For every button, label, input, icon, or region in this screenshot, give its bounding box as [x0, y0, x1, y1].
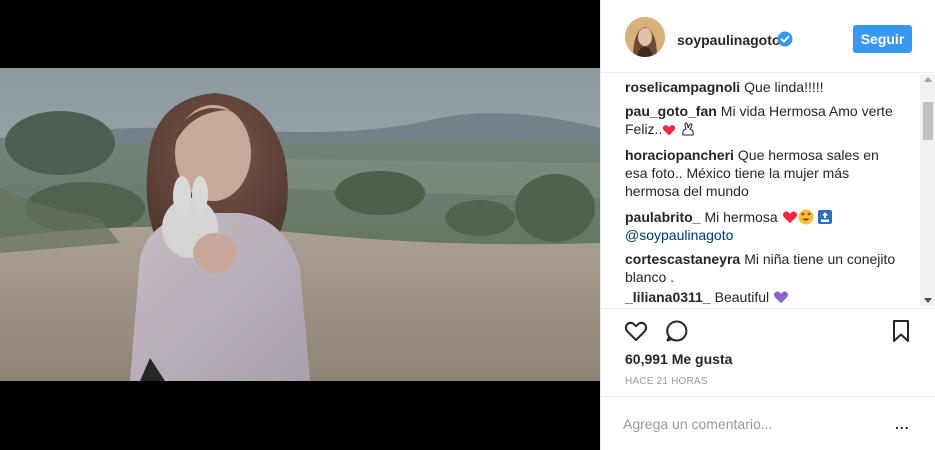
scroll-down-arrow-icon[interactable]: [924, 298, 932, 303]
comments-scrollbar[interactable]: [920, 74, 935, 306]
scroll-thumb[interactable]: [923, 102, 933, 140]
comment-username[interactable]: cortescastaneyra: [625, 251, 740, 267]
save-bookmark-icon[interactable]: [888, 318, 914, 344]
like-heart-icon[interactable]: [623, 318, 649, 344]
rabbit-icon: [682, 122, 694, 136]
add-comment-section: ...: [601, 396, 935, 450]
comment-item: roselicampagnoli Que linda!!!!!: [625, 78, 897, 96]
avatar-image: [625, 17, 665, 57]
post-media[interactable]: [0, 0, 600, 450]
comment-username[interactable]: roselicampagnoli: [625, 79, 740, 95]
follow-button[interactable]: Seguir: [853, 25, 912, 53]
comment-item: horaciopancheri Que hermosa sales en esa …: [625, 146, 897, 200]
comment-username[interactable]: _liliana0311_: [625, 289, 711, 305]
verified-badge-icon: [777, 31, 793, 47]
comment-username[interactable]: pau_goto_fan: [625, 103, 717, 119]
post-image[interactable]: [0, 68, 600, 381]
scroll-up-arrow-icon[interactable]: [924, 77, 932, 82]
comment-username[interactable]: paulabrito_: [625, 209, 700, 225]
post-header: soypaulinagoto Seguir: [601, 0, 935, 73]
avatar[interactable]: [625, 17, 665, 57]
comment-username[interactable]: horaciopancheri: [625, 147, 734, 163]
comment-mention-link[interactable]: @soypaulinagoto: [625, 227, 733, 243]
comment-text: Beautiful: [714, 289, 770, 305]
comment-item: _liliana0311_ Beautiful: [625, 288, 897, 306]
comments-list[interactable]: roselicampagnoli Que linda!!!!! pau_goto_…: [601, 74, 935, 306]
heart-eyes-emoji-icon: [798, 209, 813, 225]
comment-item: paulabrito_ Mi hermosa @soypaulinagoto: [625, 208, 897, 244]
comment-text: Mi hermosa: [704, 209, 778, 225]
more-options-button[interactable]: ...: [895, 417, 910, 431]
red-heart-icon: [663, 125, 676, 136]
red-heart-icon: [782, 211, 797, 224]
comment-input[interactable]: [623, 413, 883, 435]
comment-text: Que linda!!!!!: [744, 79, 824, 95]
username-link[interactable]: soypaulinagoto: [677, 32, 780, 48]
likes-count[interactable]: 60,991 Me gusta: [625, 351, 732, 367]
post-actions: [601, 308, 935, 350]
comment-item: pau_goto_fan Mi vida Hermosa Amo verte Fe…: [625, 102, 897, 138]
top-arrow-emoji-icon: [818, 210, 833, 224]
purple-heart-icon: [773, 291, 789, 304]
post-timestamp: HACE 21 HORAS: [625, 376, 708, 387]
comment-bubble-icon[interactable]: [664, 318, 690, 344]
post-photo: [0, 68, 600, 381]
post-panel: soypaulinagoto Seguir roselicampagnoli Qu…: [600, 0, 935, 450]
comment-item: cortescastaneyra Mi niña tiene un conejit…: [625, 250, 897, 286]
